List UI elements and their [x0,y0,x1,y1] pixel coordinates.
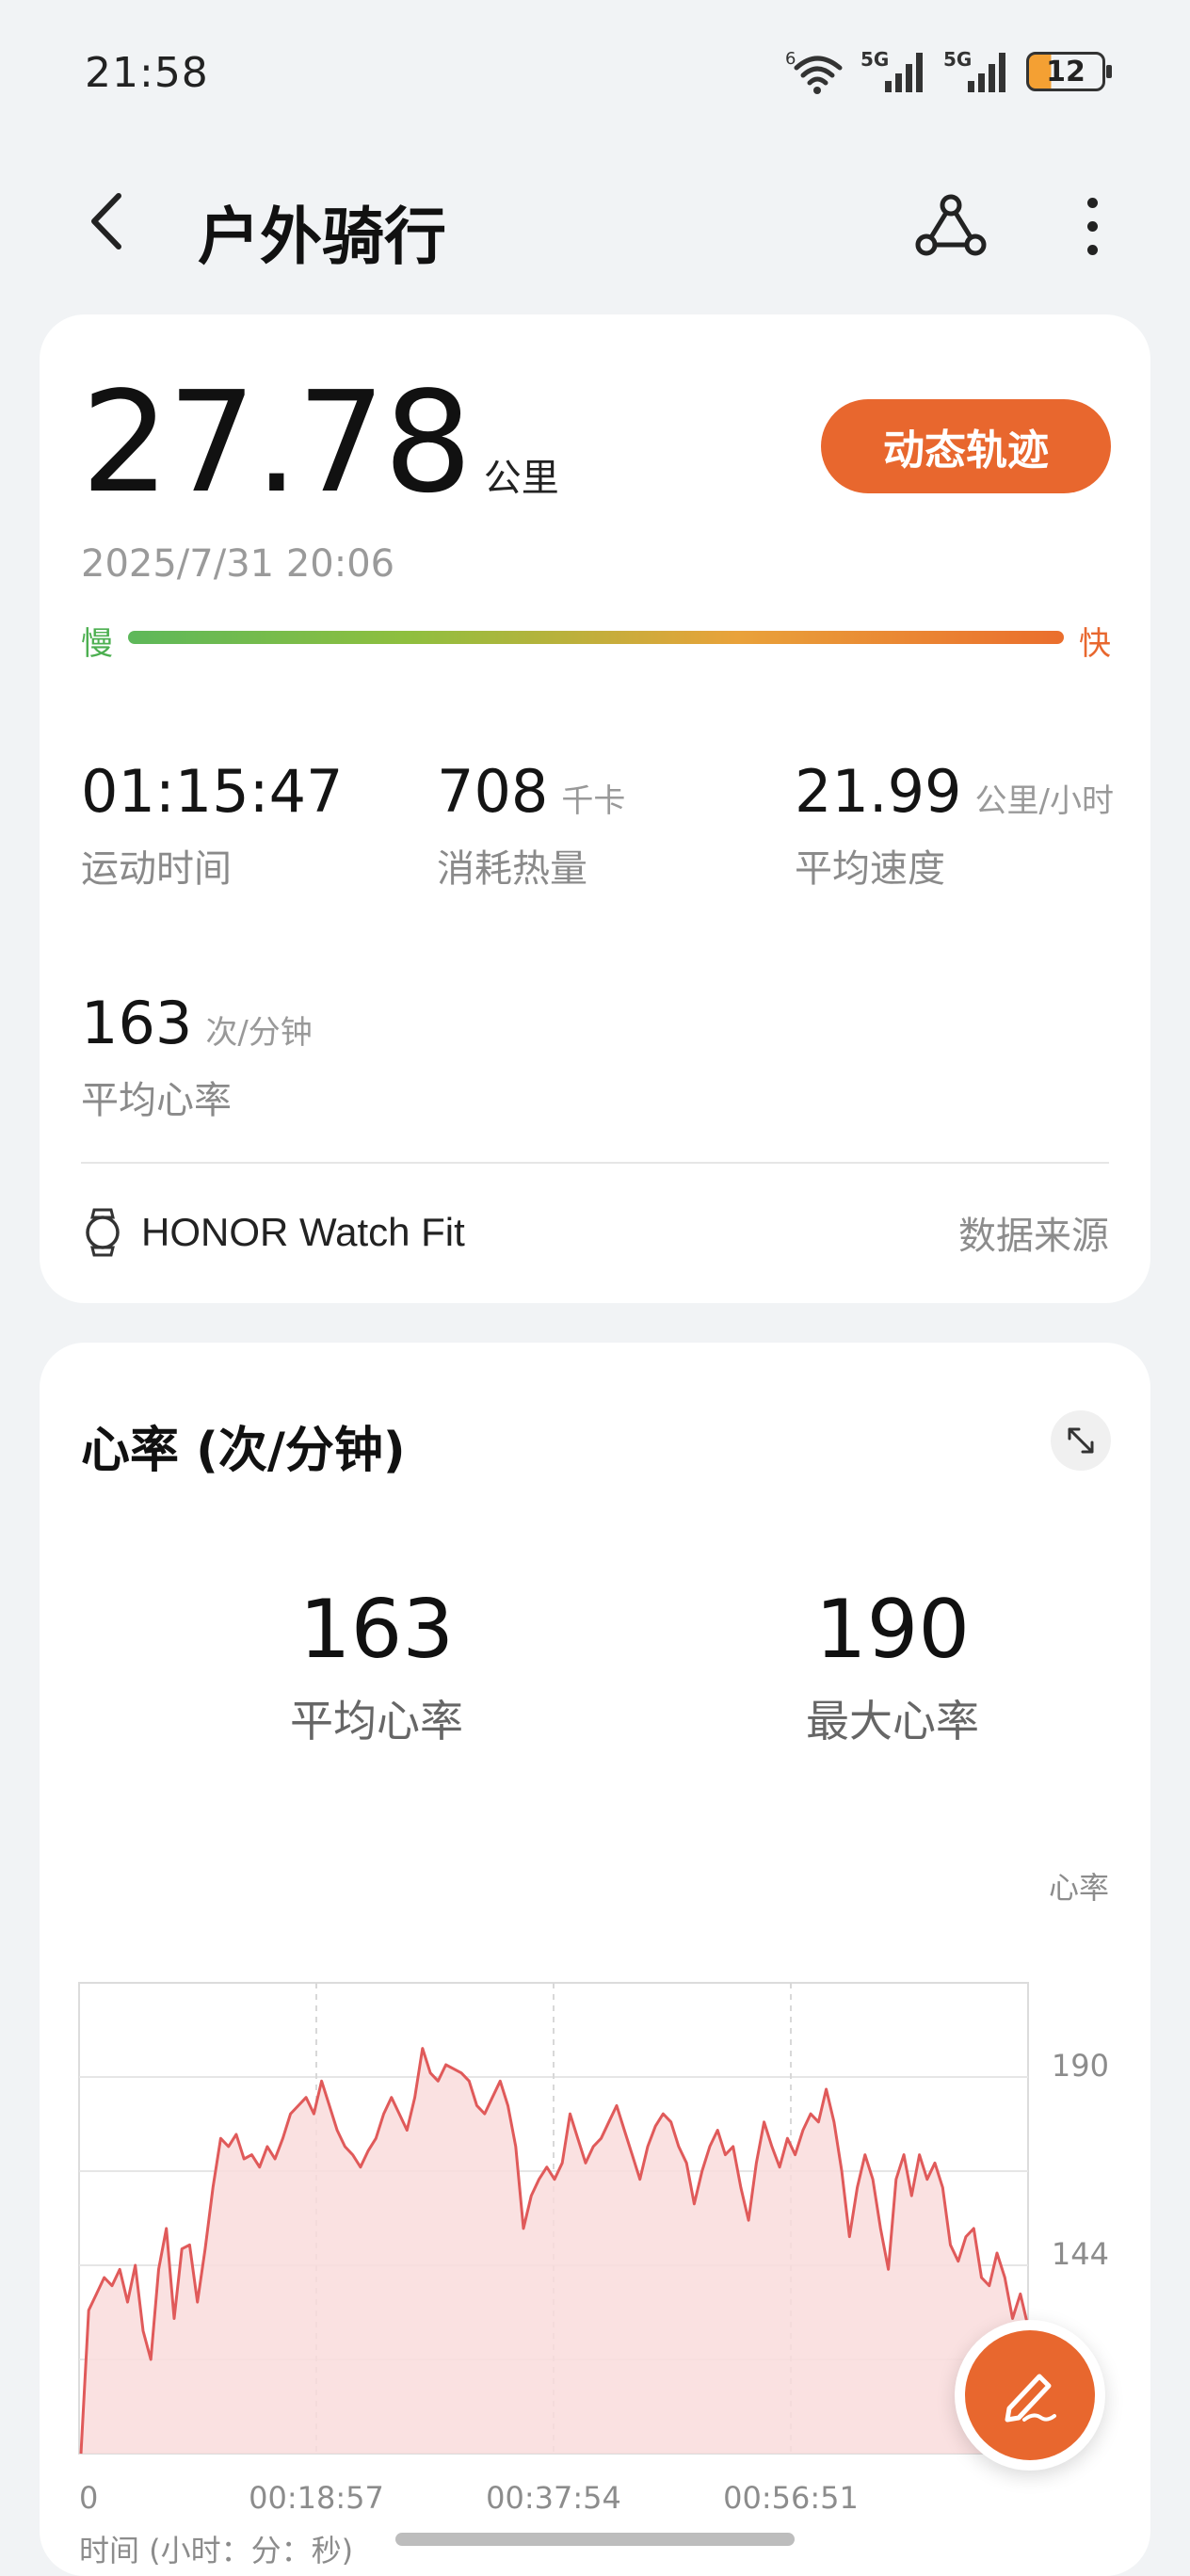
device-name: HONOR Watch Fit [141,1210,465,1254]
heart-rate-title: 心率 (次/分钟) [81,1423,406,1479]
back-arrow-icon [91,193,121,250]
x-axis-title: 时间 (小时：分：秒) [79,2533,353,2568]
metric-avg-heart-rate: 163 次/分钟 平均心率 [81,994,313,1124]
max-heart-rate-value: 190 [814,1583,971,1677]
metric-label: 消耗热量 [437,847,587,891]
summary-card: 27.78 公里 动态轨迹 2025/7/31 20:06 慢 快 01:15:… [40,314,1150,1303]
expand-icon [1068,1427,1094,1454]
speed-gradient [128,631,1064,644]
data-source-row[interactable]: HONOR Watch Fit 数据来源 [81,1190,1109,1275]
metric-value: 708 [437,757,549,826]
metric-unit: 公里/小时 [974,782,1114,820]
page-title: 户外骑行 [198,201,446,273]
back-button[interactable] [85,188,151,254]
more-button[interactable] [1064,188,1120,264]
y-tick-label: 190 [1052,2048,1109,2084]
metric-value: 163 [81,989,193,1057]
divider [81,1162,1109,1164]
status-icons: 6 5G 5G 12 [785,47,1112,96]
speed-slow-label: 慢 [81,625,113,663]
metric-value: 01:15:47 [81,757,344,826]
distance-value: 27.78 [81,362,473,523]
battery-icon: 12 [1026,52,1112,91]
workout-date: 2025/7/31 20:06 [81,542,395,586]
max-heart-rate-stat: 190 最大心率 [704,1589,1081,1749]
watch-icon [86,1208,120,1257]
edit-fab-button[interactable] [955,2320,1105,2471]
home-indicator[interactable] [395,2533,795,2546]
wifi-icon: 6 [785,49,843,94]
y-tick-label: 144 [1052,2236,1109,2272]
speed-legend: 慢 快 [81,618,1111,663]
avg-heart-rate-value: 163 [298,1583,455,1677]
wifi-label: 6 [785,49,796,69]
x-tick-label: 00:18:57 [249,2480,384,2516]
metric-label: 平均心率 [81,1079,232,1122]
speed-fast-label: 快 [1079,625,1111,663]
expand-button[interactable] [1051,1410,1111,1471]
avg-heart-rate-label: 平均心率 [290,1696,463,1747]
max-heart-rate-label: 最大心率 [806,1696,979,1747]
signal-icon: 5G [943,48,1005,92]
x-tick-label: 0 [79,2480,98,2516]
distance: 27.78 公里 [81,373,559,512]
signal1-label: 5G [860,48,889,71]
y-axis-title: 心率 [1049,1870,1109,1906]
metric-unit: 千卡 [561,782,626,820]
avg-heart-rate-stat: 163 平均心率 [188,1589,565,1749]
metric-label: 平均速度 [795,847,945,891]
heart-rate-chart[interactable]: 心率 190 144 0 00:18:57 00:37:54 00:56:51 时间 (小时：… [40,1813,1150,2576]
metric-calories: 708 千卡 消耗热量 [437,763,625,893]
route-button[interactable] [913,188,989,264]
x-tick-label: 00:56:51 [723,2480,859,2516]
metric-duration: 01:15:47 运动时间 [81,763,343,893]
distance-unit: 公里 [483,457,559,500]
status-bar: 21:58 6 5G 5G 12 [0,0,1190,151]
signal-icon: 5G [860,48,923,92]
data-source-link[interactable]: 数据来源 [958,1205,1109,1260]
more-vertical-icon [1086,197,1098,208]
x-tick-label: 00:37:54 [486,2480,621,2516]
battery-level: 12 [1046,55,1085,89]
app-bar: 户外骑行 [0,160,1190,282]
metric-value: 21.99 [795,757,962,826]
route-share-icon [915,194,987,256]
edit-pen-icon [1005,2374,1056,2423]
metric-label: 运动时间 [81,847,232,891]
metric-avg-speed: 21.99 公里/小时 平均速度 [795,763,1114,893]
dynamic-track-button[interactable]: 动态轨迹 [821,399,1111,493]
heart-rate-chart-svg: 心率 190 144 0 00:18:57 00:37:54 00:56:51 时间 (小时：… [78,1870,1109,2568]
signal2-label: 5G [943,48,972,71]
status-time: 21:58 [85,49,209,97]
metric-unit: 次/分钟 [205,1014,313,1052]
